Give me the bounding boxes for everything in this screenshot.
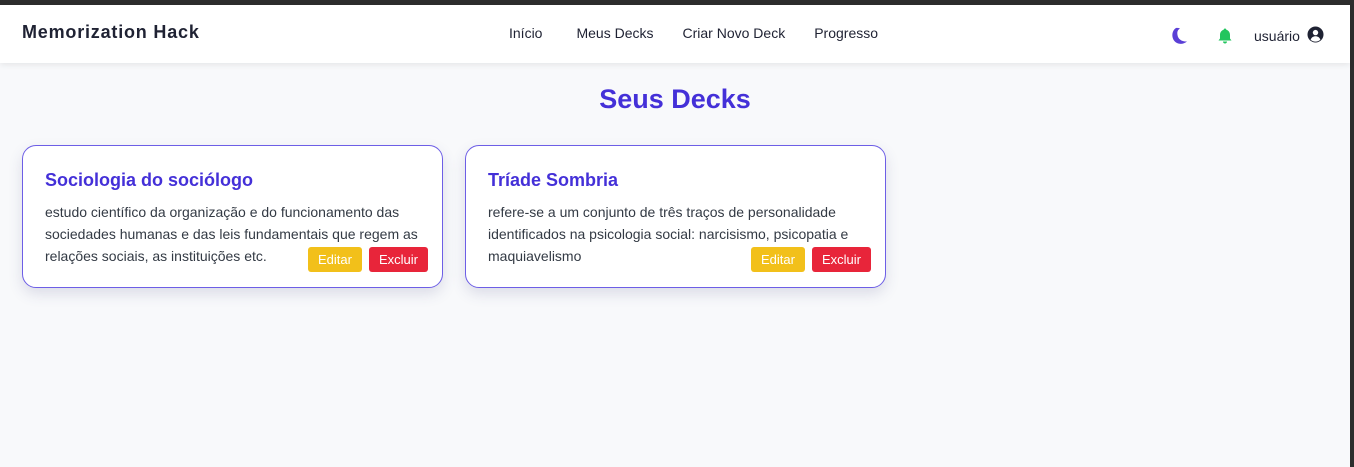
bell-icon[interactable] [1214, 25, 1236, 47]
edit-button[interactable]: Editar [308, 247, 362, 272]
nav-link-criar-novo-deck[interactable]: Criar Novo Deck [683, 25, 786, 41]
nav-link-inicio[interactable]: Início [509, 25, 542, 41]
brand-logo[interactable]: Memorization Hack [22, 22, 200, 43]
user-menu[interactable]: usuário [1254, 26, 1324, 46]
navbar: Memorization Hack Início Meus Decks Cria… [0, 5, 1350, 63]
page-title: Seus Decks [599, 84, 751, 114]
nav-right-actions: usuário [1168, 25, 1324, 47]
deck-title: Tríade Sombria [488, 170, 619, 190]
deck-title: Sociologia do sociólogo [45, 170, 254, 190]
user-circle-icon [1307, 26, 1324, 46]
delete-button[interactable]: Excluir [811, 247, 871, 272]
moon-icon[interactable] [1168, 25, 1190, 47]
edit-button[interactable]: Editar [751, 247, 805, 272]
nav-link-meus-decks[interactable]: Meus Decks [576, 25, 653, 41]
delete-button[interactable]: Excluir [368, 247, 428, 272]
nav-links: Início Meus Decks Criar Novo Deck Progre… [509, 25, 878, 41]
window-right-border [1350, 0, 1354, 467]
user-label: usuário [1254, 28, 1300, 44]
deck-card[interactable]: Tríade Sombria refere-se a um conjunto d… [465, 145, 886, 288]
deck-actions: Editar Excluir [751, 247, 871, 272]
deck-card[interactable]: Sociologia do sociólogo estudo científic… [22, 145, 443, 288]
deck-actions: Editar Excluir [308, 247, 428, 272]
nav-link-progresso[interactable]: Progresso [814, 25, 878, 41]
